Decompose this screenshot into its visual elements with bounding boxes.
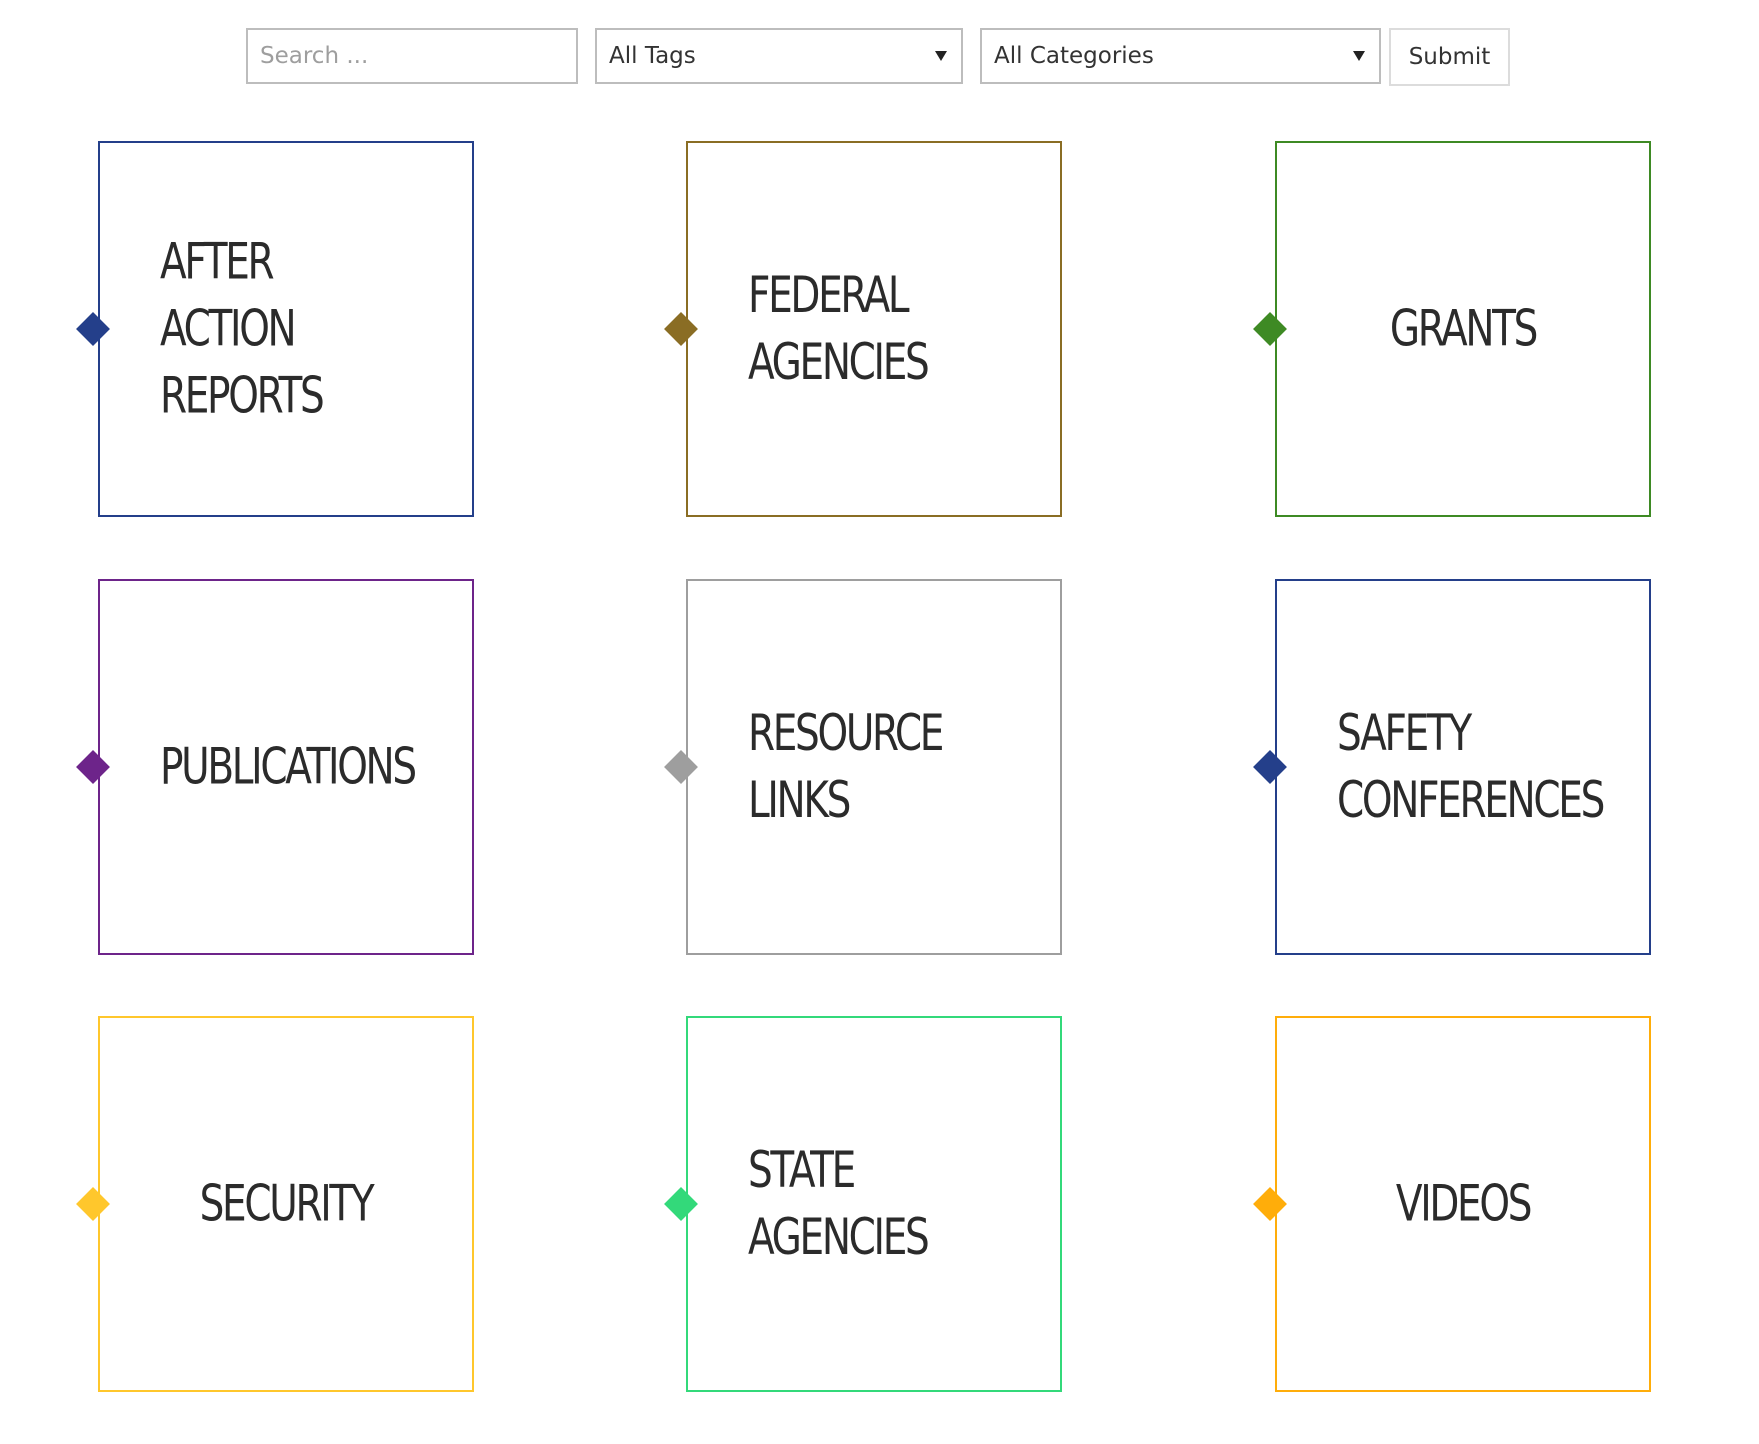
tile-label: SECURITY	[199, 1174, 375, 1233]
tile-label: GRANTS	[1389, 299, 1538, 358]
tile-after-action-reports[interactable]: AFTER ACTION REPORTS	[76, 141, 474, 517]
diamond-icon	[664, 312, 698, 346]
tile-publications[interactable]: PUBLICATIONS	[76, 579, 474, 955]
diamond-icon	[664, 1187, 698, 1221]
tile-federal-agencies[interactable]: FEDERAL AGENCIES	[664, 141, 1062, 517]
tile-label: VIDEOS	[1395, 1174, 1533, 1233]
tile-grants[interactable]: GRANTS	[1253, 141, 1651, 517]
diamond-icon	[1253, 1187, 1287, 1221]
tile-safety-conferences[interactable]: SAFETY CONFERENCES	[1253, 579, 1651, 955]
category-grid: AFTER ACTION REPORTS FEDERAL AGENCIES GR…	[0, 0, 1759, 1444]
diamond-icon	[76, 1187, 110, 1221]
tile-label: SAFETY CONFERENCES	[1337, 704, 1605, 829]
diamond-icon	[76, 312, 110, 346]
diamond-icon	[1253, 312, 1287, 346]
tile-videos[interactable]: VIDEOS	[1253, 1016, 1651, 1392]
tile-state-agencies[interactable]: STATE AGENCIES	[664, 1016, 1062, 1392]
tile-security[interactable]: SECURITY	[76, 1016, 474, 1392]
diamond-icon	[76, 750, 110, 784]
tile-label: PUBLICATIONS	[160, 737, 417, 796]
diamond-icon	[1253, 750, 1287, 784]
tile-label: AFTER ACTION REPORTS	[160, 232, 325, 425]
tile-label: FEDERAL AGENCIES	[748, 266, 930, 391]
diamond-icon	[664, 750, 698, 784]
tile-label: STATE AGENCIES	[748, 1141, 930, 1266]
tile-resource-links[interactable]: RESOURCE LINKS	[664, 579, 1062, 955]
tile-label: RESOURCE LINKS	[748, 704, 944, 829]
